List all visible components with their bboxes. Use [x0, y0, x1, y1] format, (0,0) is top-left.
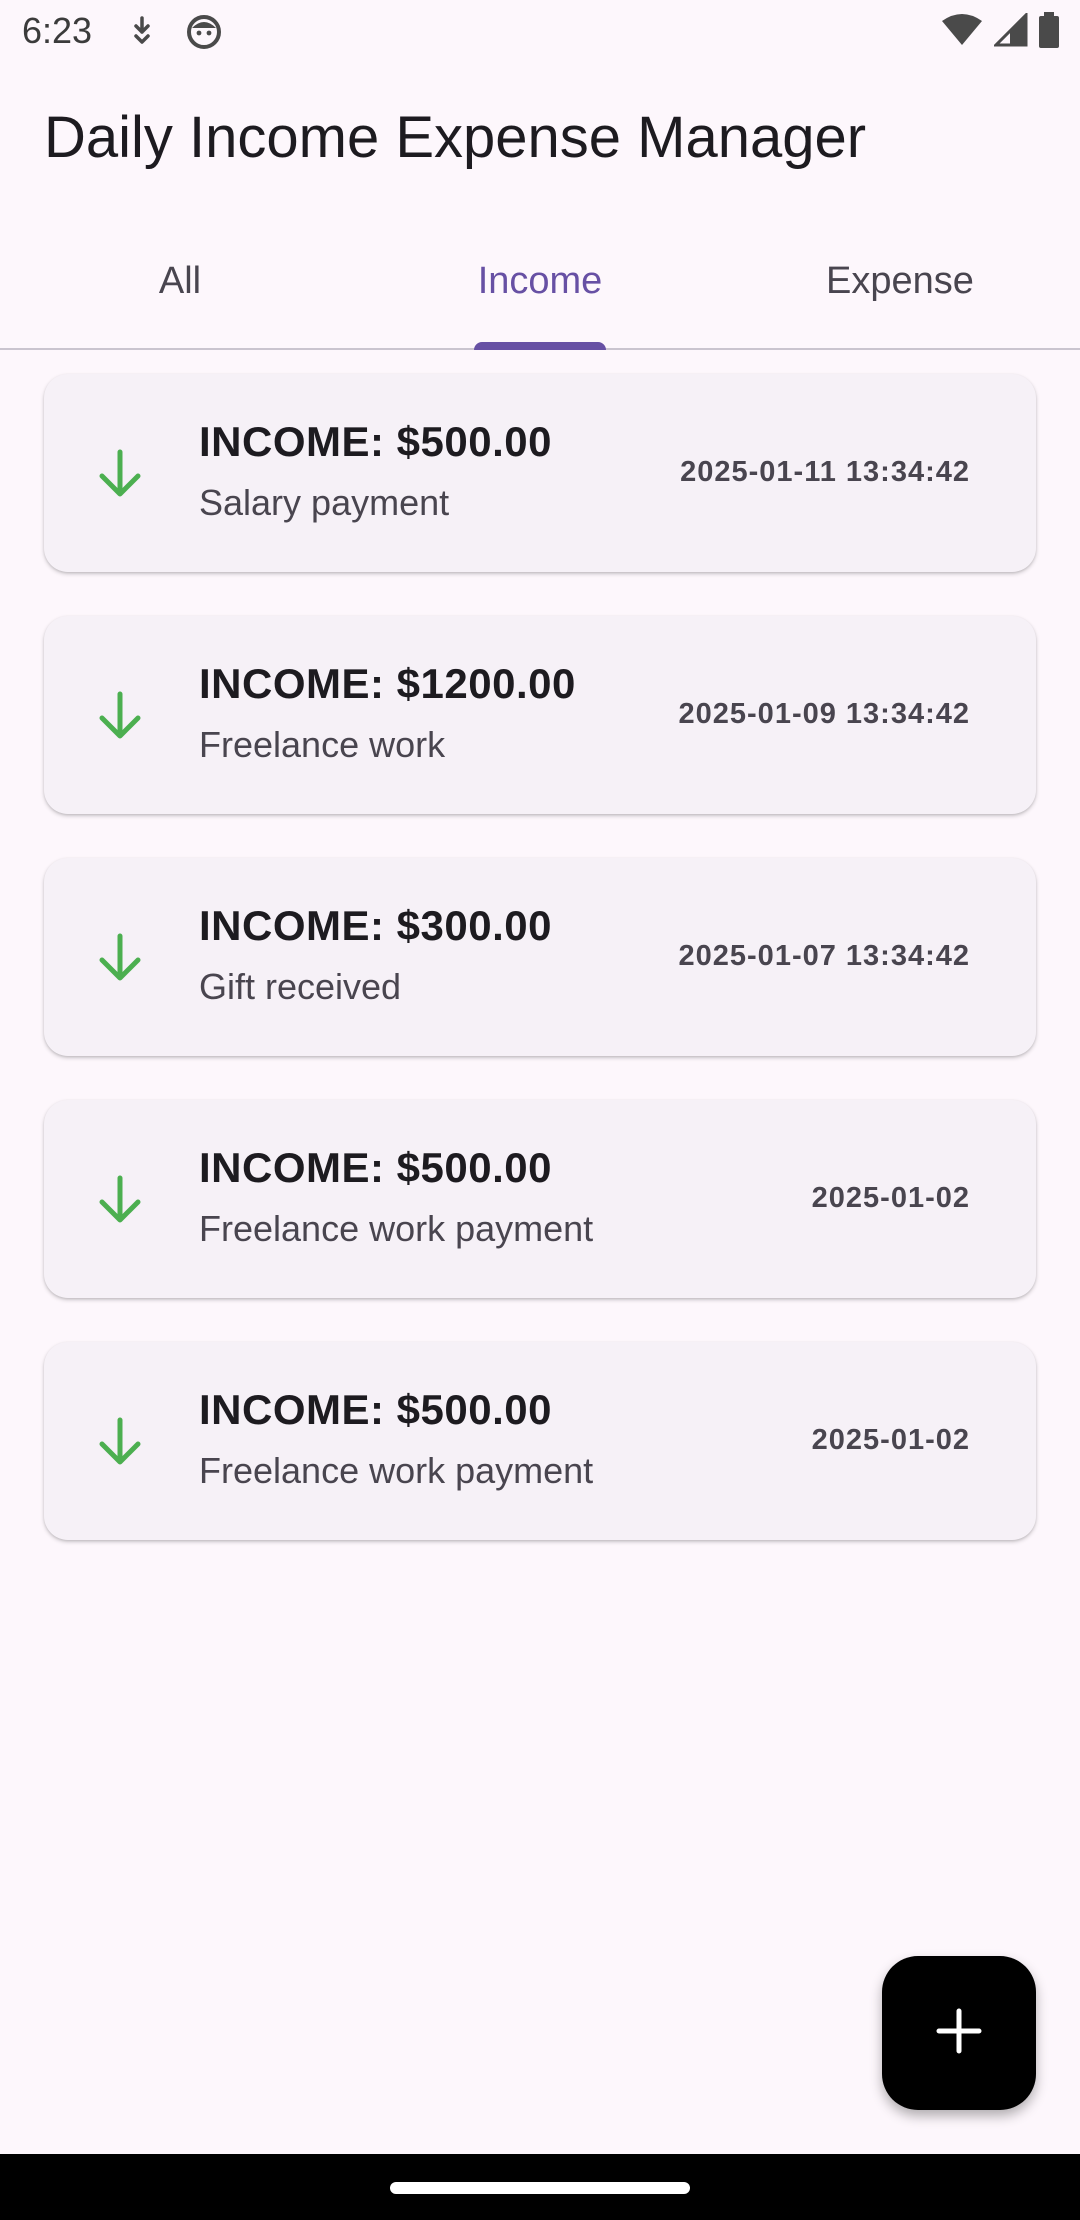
battery-icon: [1038, 11, 1060, 53]
screen: 6:23 Daily Income Expense Manager All In…: [0, 0, 1080, 2220]
face-icon: [186, 14, 222, 50]
transaction-amount: INCOME: $1200.00: [199, 660, 576, 707]
transaction-description: Freelance work: [199, 724, 446, 765]
transaction-card[interactable]: INCOME: $500.00 Freelance work payment 2…: [44, 1342, 1036, 1540]
transaction-amount: INCOME: $300.00: [199, 902, 552, 949]
arrow-down-icon: [92, 1414, 148, 1470]
transaction-card[interactable]: INCOME: $300.00 Gift received 2025-01-07…: [44, 858, 1036, 1056]
arrow-down-icon: [92, 446, 148, 502]
transaction-card[interactable]: INCOME: $500.00 Freelance work payment 2…: [44, 1100, 1036, 1298]
tab-label: Expense: [826, 259, 974, 302]
home-gesture-handle[interactable]: [390, 2182, 690, 2194]
transaction-date: 2025-01-02: [811, 1424, 970, 1456]
download-icon: [124, 14, 160, 50]
arrow-down-icon: [92, 930, 148, 986]
transaction-card[interactable]: INCOME: $1200.00 Freelance work 2025-01-…: [44, 616, 1036, 814]
system-navigation-bar: [0, 2154, 1080, 2220]
tab-label: All: [158, 259, 202, 302]
transaction-date: 2025-01-11 13:34:42: [680, 456, 970, 488]
tab-bar: All Income Expense: [0, 214, 1080, 350]
transaction-date: 2025-01-02: [811, 1182, 970, 1214]
transaction-description: Freelance work payment: [199, 1208, 594, 1249]
transaction-amount: INCOME: $500.00: [199, 1144, 552, 1191]
plus-icon: [935, 2007, 983, 2060]
add-transaction-button[interactable]: [882, 1956, 1036, 2110]
tab-income[interactable]: Income: [360, 214, 720, 350]
transaction-card[interactable]: INCOME: $500.00 Salary payment 2025-01-1…: [44, 374, 1036, 572]
transaction-description: Gift received: [199, 966, 402, 1007]
tab-all[interactable]: All: [0, 214, 360, 348]
transaction-date: 2025-01-07 13:34:42: [678, 940, 970, 972]
tab-expense[interactable]: Expense: [720, 214, 1080, 348]
status-icons: [940, 10, 1060, 53]
transaction-list: INCOME: $500.00 Salary payment 2025-01-1…: [44, 374, 1036, 1584]
status-bar: 6:23: [0, 0, 1080, 66]
transaction-description: Freelance work payment: [199, 1450, 594, 1491]
transaction-amount: INCOME: $500.00: [199, 1386, 552, 1433]
tab-label: Income: [477, 259, 603, 302]
transaction-date: 2025-01-09 13:34:42: [678, 698, 970, 730]
arrow-down-icon: [92, 1172, 148, 1228]
transaction-amount: INCOME: $500.00: [199, 418, 552, 465]
transaction-description: Salary payment: [199, 482, 450, 523]
wifi-icon: [940, 13, 984, 52]
tab-indicator: [474, 342, 606, 350]
cellular-signal-icon: [992, 10, 1028, 52]
page-title: Daily Income Expense Manager: [44, 105, 867, 170]
status-time: 6:23: [22, 10, 93, 51]
arrow-down-icon: [92, 688, 148, 744]
